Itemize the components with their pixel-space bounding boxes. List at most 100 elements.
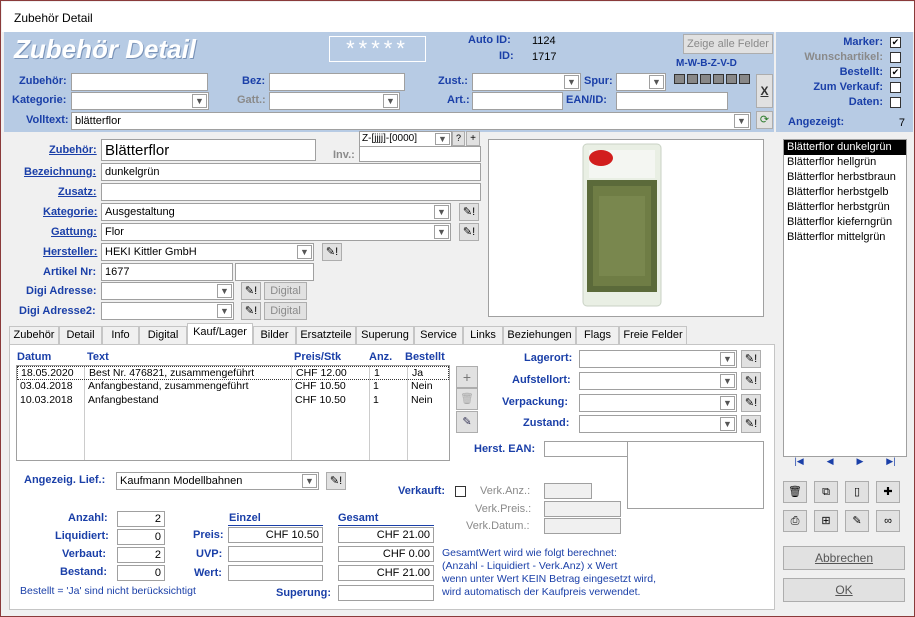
- bestellt-checkbox[interactable]: ✔: [890, 67, 901, 78]
- edit-icon[interactable]: ✎: [845, 510, 869, 532]
- print-icon[interactable]: ⎙: [783, 510, 807, 532]
- first-record-icon[interactable]: |◀: [794, 456, 803, 470]
- bezeichnung-input[interactable]: dunkelgrün: [101, 163, 481, 181]
- digi1-select[interactable]: ▼: [101, 282, 234, 300]
- mwbzvd-boxes[interactable]: [674, 74, 752, 84]
- tab-zubeh-r[interactable]: Zubehör: [9, 326, 59, 344]
- hierarchy-icon[interactable]: ⊞: [814, 510, 838, 532]
- filter-volltext-input[interactable]: blätterflor ▼: [71, 112, 751, 130]
- zustand-select[interactable]: ▼: [579, 415, 737, 433]
- filter-bez-input[interactable]: [269, 73, 405, 91]
- chevron-down-icon[interactable]: ▼: [297, 245, 312, 259]
- chevron-down-icon[interactable]: ▼: [302, 474, 317, 488]
- result-item[interactable]: Blätterflor herbstgrün: [784, 200, 906, 215]
- zusatz-input[interactable]: [101, 183, 481, 201]
- tab-beziehungen[interactable]: Beziehungen: [503, 326, 576, 344]
- lagerort-select[interactable]: ▼: [579, 350, 737, 368]
- tab-freie-felder[interactable]: Freie Felder: [619, 326, 687, 344]
- inv-input[interactable]: [359, 146, 481, 162]
- copy-icon[interactable]: ⧉: [814, 481, 838, 503]
- wert-einzel-input[interactable]: [228, 565, 323, 581]
- edit-lieferant-icon[interactable]: ✎!: [326, 472, 346, 490]
- result-item[interactable]: Blätterflor hellgrün: [784, 155, 906, 170]
- verk-preis-input[interactable]: [544, 501, 621, 517]
- inv-add-button[interactable]: +: [466, 131, 480, 146]
- edit-lagerort-icon[interactable]: ✎!: [741, 350, 761, 368]
- bestand-input[interactable]: 0: [117, 565, 165, 581]
- preis-einzel-input[interactable]: CHF 10.50: [228, 527, 323, 543]
- result-item[interactable]: Blätterflor kieferngrün: [784, 215, 906, 230]
- digital2-button[interactable]: Digital: [264, 302, 307, 320]
- chevron-down-icon[interactable]: ▼: [434, 205, 449, 219]
- purchase-row[interactable]: 03.04.2018 Anfangbestand, zusammengeführt…: [17, 380, 449, 394]
- tab-flags[interactable]: Flags: [576, 326, 619, 344]
- add-purchase-icon[interactable]: +: [456, 366, 478, 388]
- tab-kauf-lager[interactable]: Kauf/Lager: [187, 323, 253, 345]
- chevron-down-icon[interactable]: ▼: [720, 417, 735, 431]
- kategorie-select[interactable]: Ausgestaltung ▼: [101, 203, 451, 221]
- edit-gattung-icon[interactable]: ✎!: [459, 223, 479, 241]
- verkauft-checkbox[interactable]: [455, 486, 466, 497]
- results-list[interactable]: Blätterflor dunkelgrün Blätterflor hellgr…: [783, 139, 907, 457]
- chevron-down-icon[interactable]: ▼: [720, 352, 735, 366]
- zubehoer-input[interactable]: Blätterflor: [101, 139, 316, 161]
- superung-input[interactable]: [338, 585, 434, 601]
- tab-info[interactable]: Info: [102, 326, 139, 344]
- result-item[interactable]: Blätterflor herbstbraun: [784, 170, 906, 185]
- edit-hersteller-icon[interactable]: ✎!: [322, 243, 342, 261]
- inv-help-button[interactable]: ?: [452, 131, 465, 146]
- hersteller-select[interactable]: HEKI Kittler GmbH ▼: [101, 243, 314, 261]
- ok-button[interactable]: OK: [783, 578, 905, 602]
- filter-kategorie-select[interactable]: ▼: [71, 92, 209, 110]
- inv-format-select[interactable]: Z-[jjjj]-[0000] ▼: [359, 131, 452, 147]
- chevron-down-icon[interactable]: ▼: [192, 94, 207, 108]
- digital1-button[interactable]: Digital: [264, 282, 307, 300]
- chevron-down-icon[interactable]: ▼: [720, 374, 735, 388]
- edit-digi2-icon[interactable]: ✎!: [241, 302, 261, 320]
- delete-purchase-icon[interactable]: 🗑: [456, 388, 478, 410]
- cancel-button[interactable]: Abbrechen: [783, 546, 905, 570]
- edit-zustand-icon[interactable]: ✎!: [741, 415, 761, 433]
- verk-datum-input[interactable]: [544, 518, 621, 534]
- glasses-icon[interactable]: ∞: [876, 510, 900, 532]
- chevron-down-icon[interactable]: ▼: [564, 75, 579, 89]
- last-record-icon[interactable]: ▶|: [886, 456, 895, 470]
- chevron-down-icon[interactable]: ▼: [720, 396, 735, 410]
- verkauf-checkbox[interactable]: [890, 82, 901, 93]
- liquidiert-input[interactable]: 0: [117, 529, 165, 545]
- tab-service[interactable]: Service: [414, 326, 463, 344]
- chevron-down-icon[interactable]: ▼: [217, 304, 232, 318]
- edit-purchase-icon[interactable]: ✎: [456, 411, 478, 433]
- tab-ersatzteile[interactable]: Ersatzteile: [296, 326, 356, 344]
- purchase-row[interactable]: 18.05.2020 Best Nr. 476821, zusammengefüh…: [17, 366, 449, 380]
- edit-verpackung-icon[interactable]: ✎!: [741, 394, 761, 412]
- filter-refresh-icon[interactable]: ⟳: [756, 111, 773, 129]
- daten-checkbox[interactable]: [890, 97, 901, 108]
- uvp-einzel-input[interactable]: [228, 546, 323, 562]
- aufstellort-select[interactable]: ▼: [579, 372, 737, 390]
- wunsch-checkbox[interactable]: [890, 52, 901, 63]
- verbaut-input[interactable]: 2: [117, 547, 165, 563]
- new-record-icon[interactable]: ✚: [876, 481, 900, 503]
- edit-aufstellort-icon[interactable]: ✎!: [741, 372, 761, 390]
- gattung-select[interactable]: Flor ▼: [101, 223, 451, 241]
- new-document-icon[interactable]: ▯: [845, 481, 869, 503]
- ean-list[interactable]: [627, 441, 764, 509]
- chevron-down-icon[interactable]: ▼: [434, 225, 449, 239]
- tab-links[interactable]: Links: [463, 326, 503, 344]
- rating-stars[interactable]: *****: [329, 36, 426, 62]
- verk-anz-input[interactable]: [544, 483, 592, 499]
- tab-bilder[interactable]: Bilder: [253, 326, 296, 344]
- marker-checkbox[interactable]: ✔: [890, 37, 901, 48]
- filter-zust-select[interactable]: ▼: [472, 73, 581, 91]
- tab-digital[interactable]: Digital: [139, 326, 187, 344]
- tab-superung[interactable]: Superung: [356, 326, 414, 344]
- artikel-extra-input[interactable]: [235, 263, 314, 281]
- result-item[interactable]: Blätterflor mittelgrün: [784, 230, 906, 245]
- purchases-table[interactable]: 18.05.2020 Best Nr. 476821, zusammengefüh…: [16, 365, 450, 461]
- clear-filter-button[interactable]: X: [756, 74, 773, 108]
- digi2-select[interactable]: ▼: [101, 302, 234, 320]
- chevron-down-icon[interactable]: ▼: [649, 75, 664, 89]
- prev-record-icon[interactable]: ◀: [827, 456, 834, 470]
- edit-digi1-icon[interactable]: ✎!: [241, 282, 261, 300]
